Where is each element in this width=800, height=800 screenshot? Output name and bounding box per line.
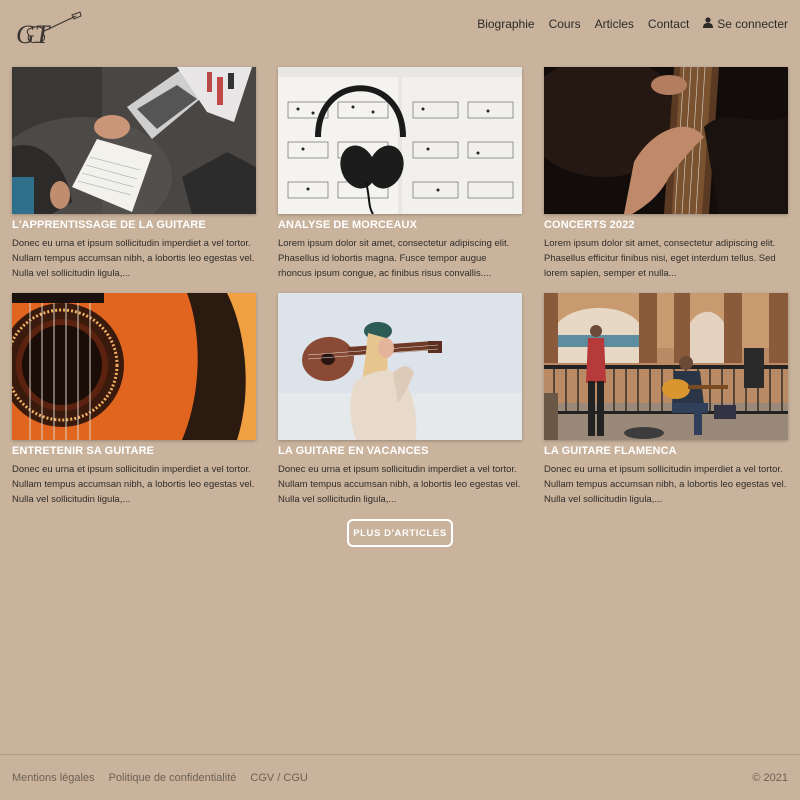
- site-footer: Mentions légales Politique de confidenti…: [0, 754, 800, 800]
- site-header: GT Biographie Cours Articles Contact Se …: [0, 0, 800, 56]
- article-title[interactable]: ANALYSE DE MORCEAUX: [278, 219, 522, 232]
- articles-grid: L'APPRENTISSAGE DE LA GUITARE Donec eu u…: [12, 67, 788, 519]
- article-title[interactable]: LA GUITARE FLAMENCA: [544, 445, 788, 458]
- article-card[interactable]: LA GUITARE FLAMENCA Donec eu urna et ips…: [544, 293, 788, 519]
- article-image[interactable]: [278, 293, 522, 440]
- article-excerpt: Donec eu urna et ipsum sollicitudin impe…: [278, 464, 521, 505]
- user-icon: [703, 17, 714, 31]
- nav-item-cours[interactable]: Cours: [549, 17, 581, 31]
- nav-item-contact[interactable]: Contact: [648, 17, 689, 31]
- article-excerpt: Lorem ipsum dolor sit amet, consectetur …: [544, 238, 776, 279]
- logo-text: GT: [16, 20, 51, 49]
- copyright-text: © 2021: [752, 772, 788, 784]
- article-excerpt: Donec eu urna et ipsum sollicitudin impe…: [544, 464, 787, 505]
- article-card[interactable]: LA GUITARE EN VACANCES Donec eu urna et …: [278, 293, 522, 519]
- article-image[interactable]: [278, 67, 522, 214]
- nav-item-articles[interactable]: Articles: [595, 17, 634, 31]
- article-card[interactable]: L'APPRENTISSAGE DE LA GUITARE Donec eu u…: [12, 67, 256, 293]
- article-excerpt: Donec eu urna et ipsum sollicitudin impe…: [12, 464, 255, 505]
- footer-link-mentions-legales[interactable]: Mentions légales: [12, 772, 95, 784]
- article-title[interactable]: CONCERTS 2022: [544, 219, 788, 232]
- footer-links: Mentions légales Politique de confidenti…: [12, 772, 308, 784]
- article-title[interactable]: LA GUITARE EN VACANCES: [278, 445, 522, 458]
- article-title[interactable]: L'APPRENTISSAGE DE LA GUITARE: [12, 219, 256, 232]
- login-label: Se connecter: [717, 17, 788, 31]
- footer-link-cgv-cgu[interactable]: CGV / CGU: [250, 772, 307, 784]
- main-nav: Biographie Cours Articles Contact Se con…: [477, 17, 788, 31]
- article-card[interactable]: CONCERTS 2022 Lorem ipsum dolor sit amet…: [544, 67, 788, 293]
- article-card[interactable]: ANALYSE DE MORCEAUX Lorem ipsum dolor si…: [278, 67, 522, 293]
- article-excerpt: Donec eu urna et ipsum sollicitudin impe…: [12, 238, 255, 279]
- site-logo[interactable]: GT: [12, 10, 82, 50]
- article-card[interactable]: ENTRETENIR SA GUITARE Donec eu urna et i…: [12, 293, 256, 519]
- footer-link-confidentialite[interactable]: Politique de confidentialité: [109, 772, 237, 784]
- nav-item-biographie[interactable]: Biographie: [477, 17, 534, 31]
- article-image[interactable]: [12, 293, 256, 440]
- article-image[interactable]: [544, 293, 788, 440]
- login-link[interactable]: Se connecter: [703, 17, 788, 31]
- article-excerpt: Lorem ipsum dolor sit amet, consectetur …: [278, 238, 510, 279]
- article-title[interactable]: ENTRETENIR SA GUITARE: [12, 445, 256, 458]
- article-image[interactable]: [12, 67, 256, 214]
- article-image[interactable]: [544, 67, 788, 214]
- more-articles-button[interactable]: PLUS D'ARTICLES: [347, 519, 453, 547]
